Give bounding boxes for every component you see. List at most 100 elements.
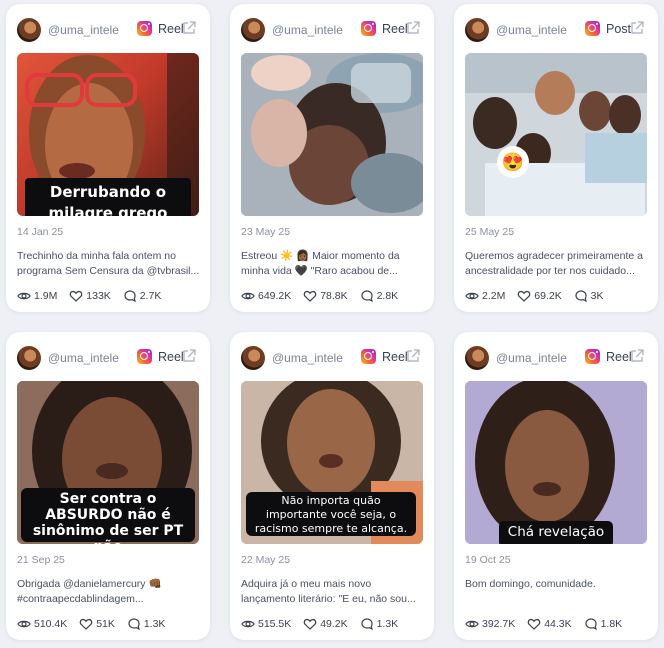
- external-link-icon[interactable]: [181, 348, 197, 364]
- post-card[interactable]: @uma_intele... Reel Derrubando o milagre…: [6, 4, 210, 312]
- post-stats: 2.2M 69.2K 3K: [465, 289, 612, 305]
- avatar[interactable]: [17, 346, 41, 370]
- post-type-label: Reel: [382, 350, 408, 364]
- heart-icon: [517, 290, 531, 302]
- likes-stat: 44.3K: [527, 617, 572, 631]
- instagram-icon: [361, 349, 376, 364]
- likes-count: 51K: [96, 618, 115, 630]
- instagram-icon: [361, 21, 376, 36]
- heart-icon: [303, 290, 317, 302]
- post-card[interactable]: @uma_intele... Reel 23 May 25 Estreou ☀️…: [230, 4, 434, 312]
- likes-stat: 69.2K: [517, 289, 562, 303]
- eye-icon: [465, 620, 479, 628]
- avatar[interactable]: [17, 18, 41, 42]
- post-stats: 392.7K 44.3K 1.8K: [465, 617, 631, 633]
- avatar[interactable]: [241, 346, 265, 370]
- comments-count: 1.3K: [143, 618, 166, 630]
- post-thumbnail[interactable]: Ser contra o ABSURDO não é sinônimo de s…: [17, 381, 199, 544]
- account-handle[interactable]: @uma_intele...: [272, 23, 344, 37]
- external-link-icon[interactable]: [629, 20, 645, 36]
- comments-stat: 2.8K: [360, 289, 398, 303]
- post-card[interactable]: @uma_intele... Post 😍 25 May 25 Queremos…: [454, 4, 658, 312]
- comments-count: 2.7K: [139, 290, 162, 302]
- post-type-label: Reel: [158, 22, 184, 36]
- eye-icon: [17, 292, 31, 300]
- thumbnail-caption-text: Ser contra o ABSURDO não é sinônimo de s…: [21, 488, 195, 544]
- account-handle[interactable]: @uma_intele...: [496, 351, 568, 365]
- card-header: @uma_intele... Reel: [241, 17, 423, 43]
- post-card[interactable]: @uma_intele... Reel Não importa quão imp…: [230, 332, 434, 640]
- views-stat: 510.4K: [17, 617, 67, 631]
- card-header: @uma_intele... Reel: [17, 345, 199, 371]
- avatar[interactable]: [241, 18, 265, 42]
- avatar[interactable]: [465, 18, 489, 42]
- instagram-icon: [137, 349, 152, 364]
- post-type-label: Reel: [158, 350, 184, 364]
- card-header: @uma_intele... Reel: [17, 17, 199, 43]
- instagram-icon: [585, 21, 600, 36]
- account-handle[interactable]: @uma_intele...: [272, 351, 344, 365]
- post-thumbnail[interactable]: Chá revelação: [465, 381, 647, 544]
- views-count: 392.7K: [482, 618, 516, 630]
- eye-icon: [465, 292, 479, 300]
- post-caption: Trechinho da minha fala ontem no program…: [17, 250, 200, 277]
- views-count: 510.4K: [34, 618, 68, 630]
- post-caption: Bom domingo, comunidade.: [465, 578, 596, 590]
- heart-icon: [69, 290, 83, 302]
- likes-stat: 133K: [69, 289, 111, 303]
- emoji-sticker: 😍: [497, 146, 529, 178]
- account-handle[interactable]: @uma_intele...: [48, 23, 120, 37]
- likes-stat: 49.2K: [303, 617, 348, 631]
- comment-icon: [361, 290, 373, 303]
- post-thumbnail[interactable]: Não importa quão importante você seja, o…: [241, 381, 423, 544]
- post-type-label: Post: [606, 22, 632, 36]
- external-link-icon[interactable]: [405, 348, 421, 364]
- account-handle[interactable]: @uma_intele...: [496, 23, 568, 37]
- likes-count: 133K: [86, 290, 111, 302]
- post-thumbnail[interactable]: 😍: [465, 53, 647, 216]
- comments-count: 1.3K: [376, 618, 399, 630]
- post-thumbnail[interactable]: Derrubando o milagre grego: [17, 53, 199, 216]
- external-link-icon[interactable]: [181, 20, 197, 36]
- heart-icon: [527, 618, 541, 630]
- views-count: 649.2K: [258, 290, 292, 302]
- post-date: 19 Oct 25: [465, 554, 511, 566]
- external-link-icon[interactable]: [405, 20, 421, 36]
- post-type-label: Reel: [382, 22, 408, 36]
- heart-icon: [79, 618, 93, 630]
- heart-icon: [303, 618, 317, 630]
- thumbnail-caption-text: Chá revelação: [499, 521, 613, 544]
- views-count: 1.9M: [34, 290, 58, 302]
- post-card[interactable]: @uma_intele... Reel Chá revelação 19 Oct…: [454, 332, 658, 640]
- likes-stat: 51K: [79, 617, 115, 631]
- post-date: 23 May 25: [241, 226, 291, 238]
- thumbnail-caption-text: Derrubando o milagre grego: [25, 178, 191, 216]
- post-caption: Adquira já o meu mais novo lançamento li…: [241, 578, 416, 605]
- external-link-icon[interactable]: [629, 348, 645, 364]
- post-stats: 649.2K 78.8K 2.8K: [241, 289, 407, 305]
- post-date: 21 Sep 25: [17, 554, 65, 566]
- post-thumbnail[interactable]: [241, 53, 423, 216]
- comments-stat: 1.8K: [584, 617, 623, 631]
- instagram-icon: [137, 21, 152, 36]
- post-date: 14 Jan 25: [17, 226, 64, 238]
- likes-count: 44.3K: [544, 618, 572, 630]
- comments-count: 1.8K: [600, 618, 623, 630]
- likes-count: 78.8K: [320, 290, 348, 302]
- post-stats: 515.5K 49.2K 1.3K: [241, 617, 407, 633]
- card-header: @uma_intele... Post: [465, 17, 647, 43]
- views-stat: 2.2M: [465, 289, 505, 303]
- views-stat: 1.9M: [17, 289, 57, 303]
- post-card[interactable]: @uma_intele... Reel Ser contra o ABSURDO…: [6, 332, 210, 640]
- comments-count: 3K: [590, 290, 604, 302]
- card-header: @uma_intele... Reel: [241, 345, 423, 371]
- comments-stat: 3K: [574, 289, 604, 303]
- post-stats: 1.9M 133K 2.7K: [17, 289, 170, 305]
- comments-stat: 2.7K: [123, 289, 162, 303]
- comment-icon: [128, 618, 140, 631]
- card-header: @uma_intele... Reel: [465, 345, 647, 371]
- likes-count: 69.2K: [534, 290, 562, 302]
- avatar[interactable]: [465, 346, 489, 370]
- post-stats: 510.4K 51K 1.3K: [17, 617, 174, 633]
- account-handle[interactable]: @uma_intele...: [48, 351, 120, 365]
